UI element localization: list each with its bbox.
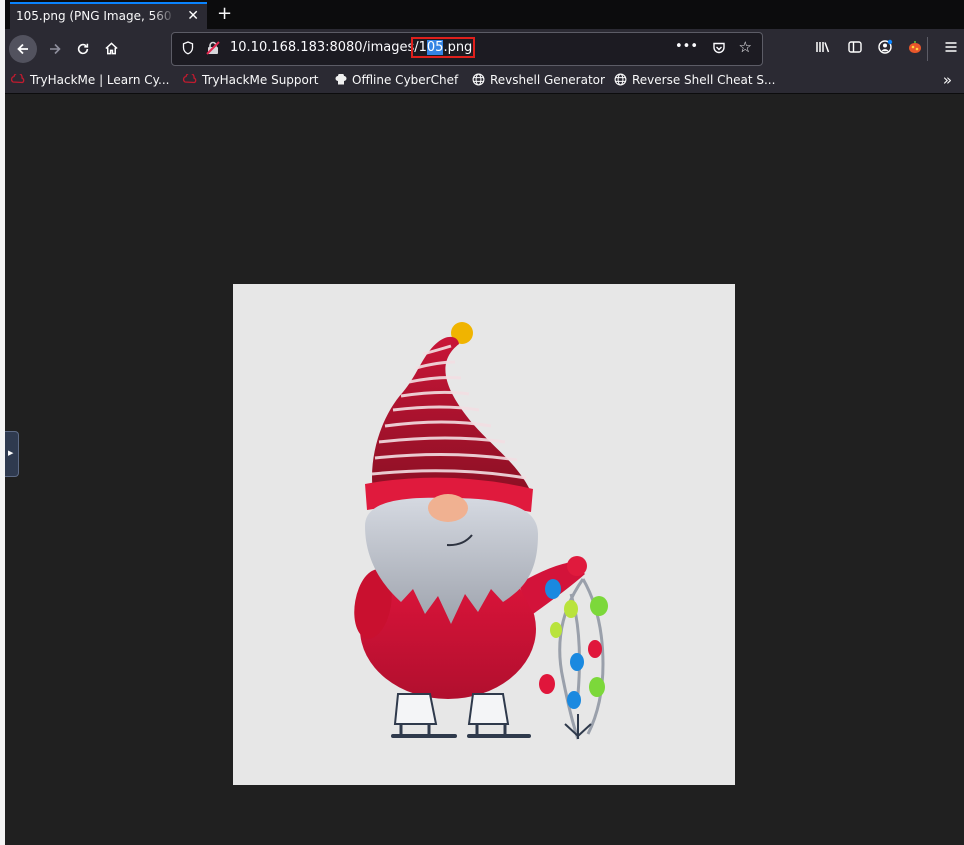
url-bar[interactable]: 10.10.168.183:8080/images/105.png ••• ☆ [171, 32, 763, 66]
forward-button[interactable] [41, 35, 69, 63]
bookmarks-overflow-button[interactable]: » [943, 71, 952, 89]
url-extension: .png [443, 40, 473, 55]
toolbar-separator [927, 37, 928, 61]
bookmarks-toolbar: TryHackMe | Learn Cy... TryHackMe Suppor… [5, 69, 964, 94]
globe-icon [472, 73, 485, 86]
bookmark-tryhackme-learn[interactable]: TryHackMe | Learn Cy... [11, 73, 170, 87]
reload-icon [77, 43, 89, 55]
christmas-lights [539, 578, 608, 740]
home-icon [104, 42, 118, 55]
back-arrow-icon [17, 43, 28, 55]
page-content: ▶ [5, 94, 964, 845]
url-highlighted-filename: /105.png [411, 37, 476, 58]
expand-arrow-icon: ▶ [8, 449, 14, 457]
home-button[interactable] [97, 35, 125, 63]
insecure-lock-icon[interactable] [206, 41, 220, 55]
bookmark-revshell-generator[interactable]: Revshell Generator [472, 73, 605, 87]
back-button[interactable] [9, 35, 37, 63]
tryhackme-icon [183, 74, 197, 84]
url-text[interactable]: 10.10.168.183:8080/images/105.png [230, 37, 476, 58]
nose [428, 494, 468, 522]
hat [372, 336, 531, 492]
bookmark-offline-cyberchef[interactable]: Offline CyberChef [335, 73, 458, 87]
bookmark-label: Offline CyberChef [352, 73, 459, 87]
bookmark-label: Reverse Shell Cheat S... [632, 73, 776, 87]
shield-icon[interactable] [182, 41, 194, 55]
bookmark-tryhackme-support[interactable]: TryHackMe Support [183, 73, 319, 87]
gnome-illustration [354, 322, 608, 740]
tab-active[interactable]: 105.png (PNG Image, 560 × 560 pixels) ✕ [10, 2, 207, 29]
reload-button[interactable] [69, 35, 97, 63]
new-tab-button[interactable]: + [217, 2, 232, 26]
tab-bar: 105.png (PNG Image, 560 × 560 pixels) ✕ … [5, 0, 964, 29]
url-filename-start: 1 [418, 40, 427, 55]
tryhackme-icon [11, 74, 25, 84]
close-icon[interactable]: ✕ [187, 4, 199, 28]
url-selection: 05 [426, 40, 444, 55]
displayed-image [233, 284, 735, 785]
forward-arrow-icon [50, 43, 61, 55]
url-host: 10.10.168.183:8080/images [230, 40, 415, 55]
sidebar-icon[interactable] [847, 39, 863, 55]
chef-icon [335, 74, 347, 85]
navigation-toolbar: 10.10.168.183:8080/images/105.png ••• ☆ [5, 29, 964, 69]
tab-title: 105.png (PNG Image, 560 × 560 pixels) [16, 9, 176, 23]
pocket-icon[interactable] [712, 41, 726, 55]
bookmark-label: Revshell Generator [490, 73, 605, 87]
page-actions-button[interactable]: ••• [675, 39, 698, 54]
bookmark-label: TryHackMe Support [202, 73, 319, 87]
globe-icon [614, 73, 627, 86]
library-icon[interactable] [815, 39, 831, 55]
bookmark-label: TryHackMe | Learn Cy... [30, 73, 170, 87]
bookmark-reverse-shell-cheat[interactable]: Reverse Shell Cheat S... [614, 73, 775, 87]
ice-skates [391, 693, 531, 738]
extension-icon[interactable] [907, 39, 923, 55]
sidebar-toggle-handle[interactable]: ▶ [5, 431, 19, 477]
bookmark-star-icon[interactable]: ☆ [739, 38, 752, 56]
menu-icon[interactable] [943, 39, 959, 55]
account-icon[interactable] [877, 39, 893, 55]
